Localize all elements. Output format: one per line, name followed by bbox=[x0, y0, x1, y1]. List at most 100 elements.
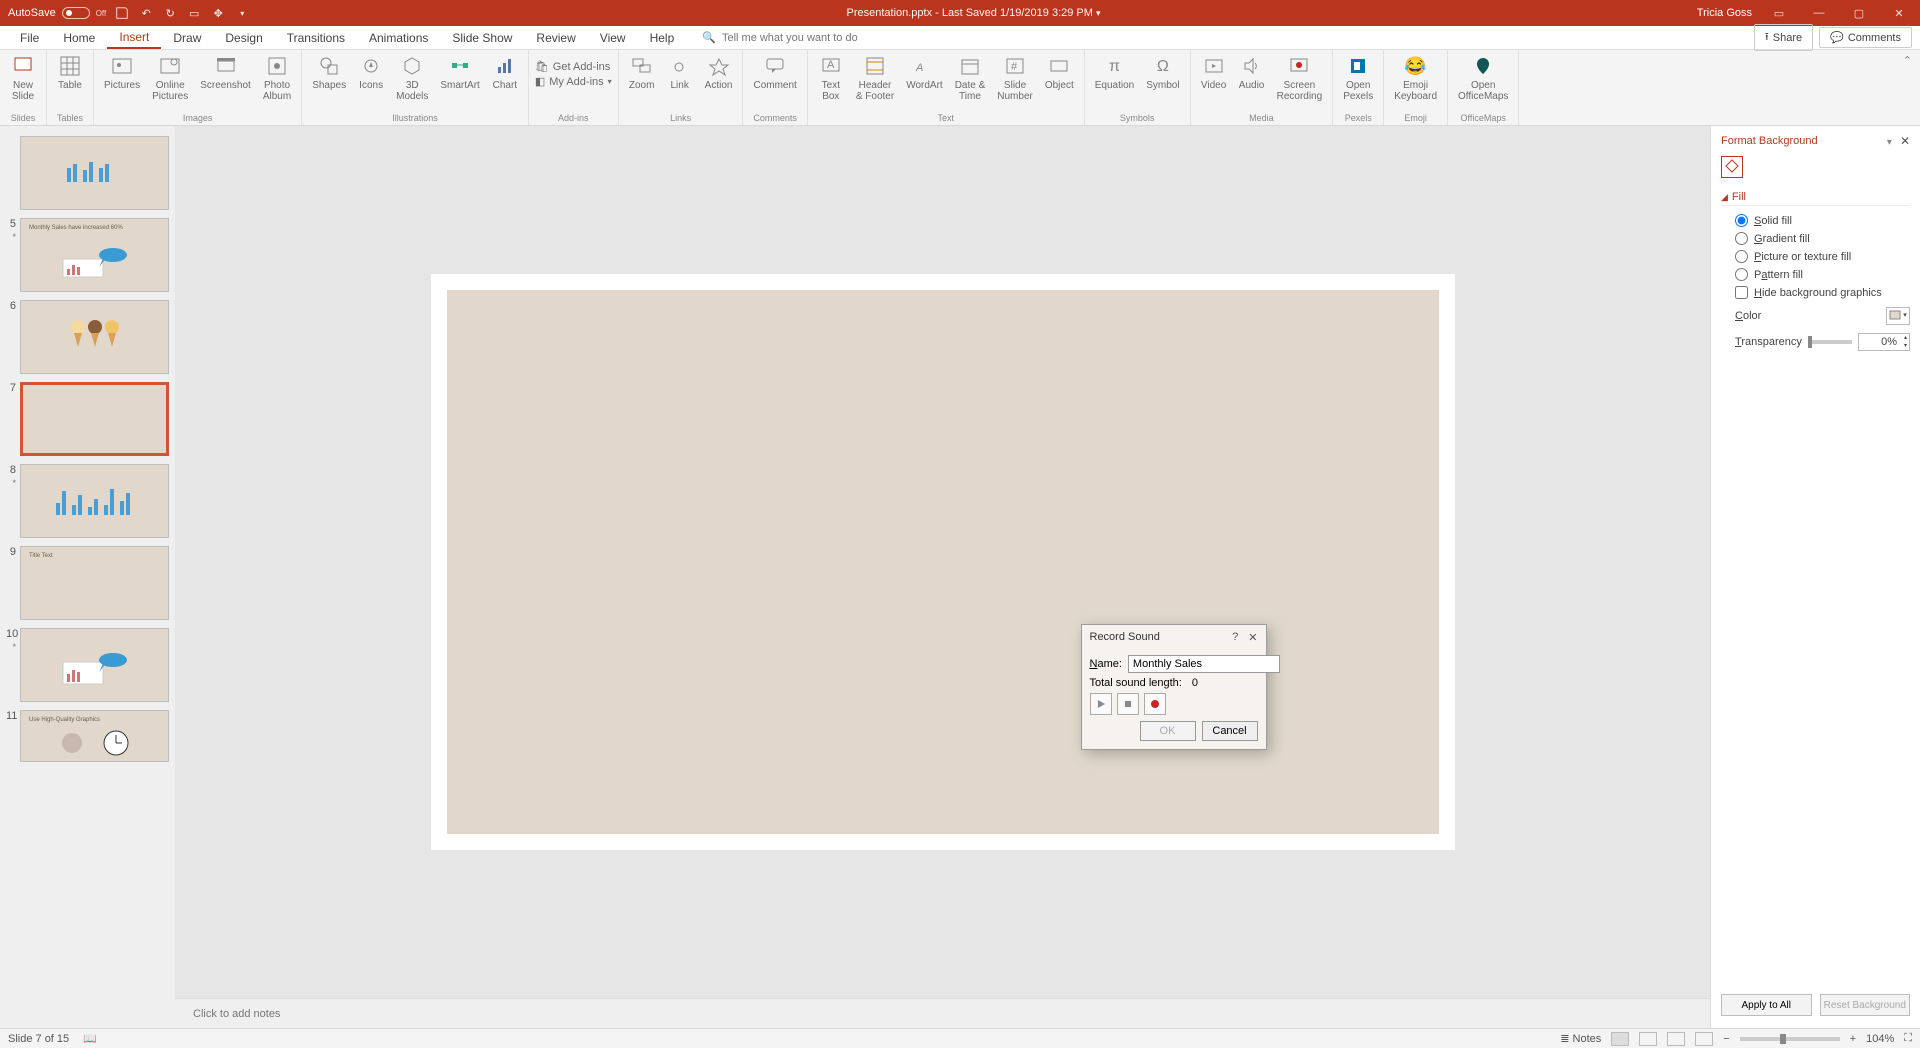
equation-button[interactable]: πEquation bbox=[1091, 52, 1138, 93]
dialog-help-icon[interactable]: ? bbox=[1232, 631, 1238, 644]
zoom-out-icon[interactable]: − bbox=[1723, 1033, 1729, 1045]
ribbon-mode-icon[interactable]: ▭ bbox=[1766, 7, 1792, 20]
tab-file[interactable]: File bbox=[8, 27, 51, 49]
spellcheck-icon[interactable]: 📖 bbox=[83, 1032, 97, 1045]
tab-transitions[interactable]: Transitions bbox=[275, 27, 357, 49]
chart-button[interactable]: Chart bbox=[488, 52, 522, 93]
pictures-button[interactable]: Pictures bbox=[100, 52, 144, 93]
slide-counter[interactable]: Slide 7 of 15 bbox=[8, 1033, 69, 1045]
symbol-button[interactable]: ΩSymbol bbox=[1142, 52, 1183, 93]
screenshot-button[interactable]: Screenshot bbox=[196, 52, 255, 93]
dialog-close-icon[interactable]: ✕ bbox=[1248, 631, 1257, 644]
pane-dropdown-icon[interactable]: ▾ bbox=[1887, 137, 1892, 148]
comments-button[interactable]: 💬Comments bbox=[1819, 27, 1912, 48]
pexels-button[interactable]: OpenPexels bbox=[1339, 52, 1377, 104]
apply-to-all-button[interactable]: Apply to All bbox=[1721, 994, 1812, 1016]
qat-more-icon[interactable]: ▾ bbox=[234, 5, 250, 21]
thumb-5[interactable]: 5*Monthly Sales have increased 60% bbox=[0, 214, 175, 296]
color-picker[interactable]: ▾ bbox=[1886, 307, 1910, 325]
present-icon[interactable]: ▭ bbox=[186, 5, 202, 21]
header-footer-button[interactable]: Header& Footer bbox=[852, 52, 898, 104]
tab-help[interactable]: Help bbox=[638, 27, 687, 49]
sorter-view-icon[interactable] bbox=[1639, 1032, 1657, 1046]
get-addins-button[interactable]: 🛍Get Add-ins bbox=[535, 60, 612, 73]
notes-pane[interactable]: Click to add notes bbox=[175, 998, 1710, 1028]
table-button[interactable]: Table bbox=[53, 52, 87, 93]
screen-recording-button[interactable]: ScreenRecording bbox=[1273, 52, 1327, 104]
smartart-button[interactable]: SmartArt bbox=[436, 52, 483, 93]
zoom-level[interactable]: 104% bbox=[1866, 1033, 1894, 1045]
pane-close-icon[interactable]: ✕ bbox=[1900, 134, 1910, 148]
thumb-11[interactable]: 11Use High-Quality Graphics bbox=[0, 706, 175, 766]
zoom-slider[interactable] bbox=[1740, 1037, 1840, 1041]
object-button[interactable]: Object bbox=[1041, 52, 1078, 93]
normal-view-icon[interactable] bbox=[1611, 1032, 1629, 1046]
share-button[interactable]: ⭱Share bbox=[1754, 24, 1813, 51]
tab-view[interactable]: View bbox=[588, 27, 638, 49]
stop-button[interactable] bbox=[1117, 693, 1139, 715]
thumb-6[interactable]: 6 bbox=[0, 296, 175, 378]
slideshow-view-icon[interactable] bbox=[1695, 1032, 1713, 1046]
ok-button[interactable]: OK bbox=[1140, 721, 1196, 741]
solid-fill-radio[interactable]: Solid fill bbox=[1735, 214, 1910, 227]
thumb-7[interactable]: 7 bbox=[0, 378, 175, 460]
3d-models-button[interactable]: 3DModels bbox=[392, 52, 432, 104]
play-button[interactable] bbox=[1090, 693, 1112, 715]
autosave-pill[interactable] bbox=[62, 7, 90, 19]
thumb-9[interactable]: 9Title Text bbox=[0, 542, 175, 624]
tab-design[interactable]: Design bbox=[213, 27, 274, 49]
reset-background-button[interactable]: Reset Background bbox=[1820, 994, 1911, 1016]
picture-fill-radio[interactable]: Picture or texture fill bbox=[1735, 250, 1910, 263]
maximize-icon[interactable]: ▢ bbox=[1846, 7, 1872, 20]
emoji-button[interactable]: 😂EmojiKeyboard bbox=[1390, 52, 1441, 104]
fit-window-icon[interactable]: ⛶ bbox=[1904, 1032, 1912, 1045]
gradient-fill-radio[interactable]: Gradient fill bbox=[1735, 232, 1910, 245]
sound-name-input[interactable] bbox=[1128, 655, 1280, 673]
text-box-button[interactable]: ATextBox bbox=[814, 52, 848, 104]
notes-toggle[interactable]: ≣ Notes bbox=[1560, 1032, 1601, 1045]
tab-slideshow[interactable]: Slide Show bbox=[440, 27, 524, 49]
tellme-search[interactable]: 🔍 Tell me what you want to do bbox=[702, 31, 857, 44]
fill-category-icon[interactable] bbox=[1721, 156, 1743, 178]
new-slide-button[interactable]: NewSlide bbox=[6, 52, 40, 104]
thumb-8[interactable]: 8* bbox=[0, 460, 175, 542]
record-button[interactable] bbox=[1144, 693, 1166, 715]
transparency-value[interactable]: 0%▴▾ bbox=[1858, 333, 1910, 351]
icons-button[interactable]: Icons bbox=[354, 52, 388, 93]
tab-insert[interactable]: Insert bbox=[107, 26, 161, 49]
touch-icon[interactable]: ✥ bbox=[210, 5, 226, 21]
reading-view-icon[interactable] bbox=[1667, 1032, 1685, 1046]
hide-graphics-check[interactable]: Hide background graphics bbox=[1735, 286, 1910, 299]
pattern-fill-radio[interactable]: Pattern fill bbox=[1735, 268, 1910, 281]
slide-thumbnails[interactable]: 5*Monthly Sales have increased 60% 6 7 8… bbox=[0, 126, 175, 1028]
save-icon[interactable] bbox=[114, 5, 130, 21]
cancel-button[interactable]: Cancel bbox=[1202, 721, 1258, 741]
my-addins-button[interactable]: ◧My Add-ins ▾ bbox=[535, 75, 612, 88]
tab-home[interactable]: Home bbox=[51, 27, 107, 49]
autosave-toggle[interactable]: AutoSave Off bbox=[8, 7, 106, 19]
transparency-slider[interactable] bbox=[1808, 340, 1852, 344]
user-name[interactable]: Tricia Goss bbox=[1697, 7, 1752, 19]
tab-review[interactable]: Review bbox=[524, 27, 587, 49]
photo-album-button[interactable]: PhotoAlbum bbox=[259, 52, 295, 104]
wordart-button[interactable]: AWordArt bbox=[902, 52, 947, 93]
collapse-ribbon-icon[interactable]: ⌃ bbox=[1895, 50, 1920, 125]
shapes-button[interactable]: Shapes bbox=[308, 52, 350, 93]
tab-animations[interactable]: Animations bbox=[357, 27, 440, 49]
link-button[interactable]: Link bbox=[663, 52, 697, 93]
zoom-button[interactable]: Zoom bbox=[625, 52, 659, 93]
current-slide[interactable]: Record Sound ? ✕ Name: bbox=[431, 274, 1455, 850]
thumb-4[interactable] bbox=[0, 132, 175, 214]
close-icon[interactable]: ✕ bbox=[1886, 7, 1912, 20]
tab-draw[interactable]: Draw bbox=[161, 27, 213, 49]
fill-section-header[interactable]: ◢Fill bbox=[1721, 189, 1910, 206]
slide-number-button[interactable]: #SlideNumber bbox=[993, 52, 1037, 104]
undo-icon[interactable]: ↶ bbox=[138, 5, 154, 21]
video-button[interactable]: Video bbox=[1197, 52, 1231, 93]
comment-button[interactable]: Comment bbox=[749, 52, 800, 93]
officemaps-button[interactable]: OpenOfficeMaps bbox=[1454, 52, 1512, 104]
thumb-10[interactable]: 10* bbox=[0, 624, 175, 706]
audio-button[interactable]: Audio bbox=[1235, 52, 1269, 93]
online-pictures-button[interactable]: OnlinePictures bbox=[148, 52, 192, 104]
zoom-in-icon[interactable]: + bbox=[1850, 1033, 1856, 1045]
